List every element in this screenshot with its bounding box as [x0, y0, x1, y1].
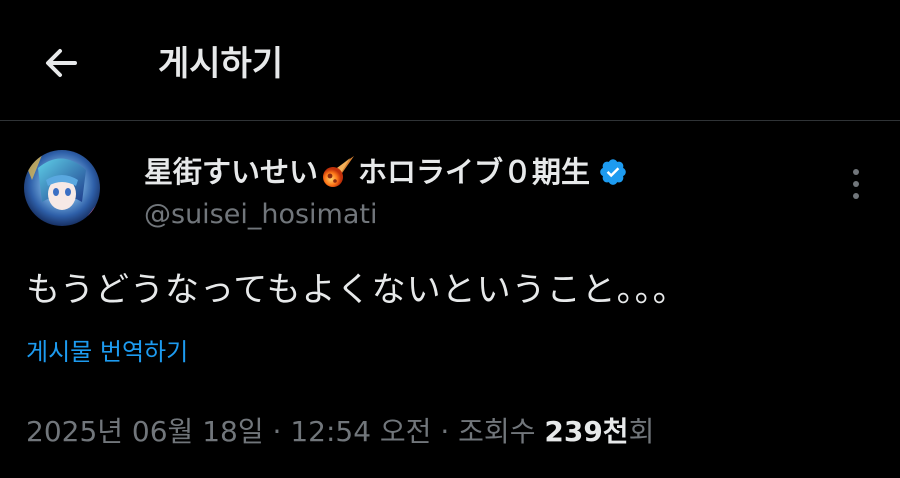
avatar[interactable] — [24, 150, 100, 226]
views-label: 조회수 — [458, 415, 536, 448]
post-text: もうどうなってもよくないということ。。。 — [26, 270, 688, 310]
meta-separator: · — [272, 415, 282, 448]
comet-icon — [323, 156, 355, 187]
display-name-part1: 星街すいせい — [144, 155, 319, 189]
author-handle[interactable]: @suisei_hosimati — [144, 196, 378, 234]
post-time[interactable]: 12:54 오전 — [290, 415, 431, 448]
author-name[interactable]: 星街すいせい ホロライブ０期生 — [144, 152, 628, 192]
avatar-image — [24, 150, 100, 226]
translate-post-link[interactable]: 게시물 번역하기 — [26, 334, 188, 370]
views-count[interactable]: 239천 — [544, 415, 628, 448]
post-meta: 2025년 06월 18일 · 12:54 오전 · 조회수 239천회 — [26, 410, 654, 454]
meta-separator: · — [440, 415, 450, 448]
top-bar: 게시하기 — [0, 0, 900, 120]
views-suffix: 회 — [628, 415, 655, 448]
verified-badge — [598, 157, 628, 187]
display-name-part2: ホロライブ０期生 — [358, 155, 591, 189]
more-options-button[interactable] — [840, 160, 872, 208]
back-button[interactable] — [36, 38, 86, 88]
arrow-left-icon — [46, 49, 77, 77]
page-title: 게시하기 — [158, 44, 284, 84]
more-vertical-icon — [853, 169, 859, 199]
post-date[interactable]: 2025년 06월 18일 — [26, 415, 264, 448]
verified-badge-icon — [600, 159, 626, 185]
header-divider — [0, 120, 900, 121]
